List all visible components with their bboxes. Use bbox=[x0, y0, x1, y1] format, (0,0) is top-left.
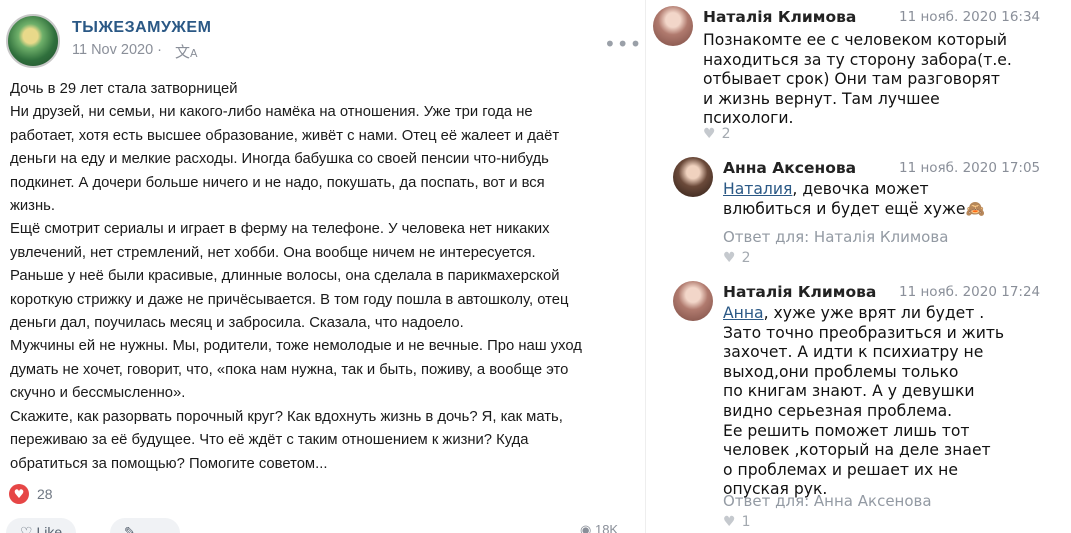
comment-line: психологи. bbox=[703, 109, 794, 128]
comment-text: Анна, хуже уже врят ли будет . Зато точн… bbox=[723, 304, 1004, 500]
comment-line: выход,они проблемы только bbox=[723, 362, 959, 381]
comment-line: человек ,который на деле знает bbox=[723, 441, 991, 460]
comments-panel: Наталія Климова 11 нояб. 2020 16:34 Позн… bbox=[645, 0, 1071, 533]
comment-line: по книгам знают. А у девушки bbox=[723, 382, 975, 401]
ellipsis-icon[interactable]: ••• bbox=[604, 32, 642, 56]
comment-time[interactable]: 11 нояб. 2020 17:24 bbox=[899, 284, 1040, 300]
comment-line: Познакомте ее с человеком который bbox=[703, 31, 1008, 49]
heart-icon: ♥ bbox=[703, 126, 716, 142]
community-avatar[interactable] bbox=[6, 14, 60, 68]
post-text-line: Мужчины ей не нужны. Мы, родители, тоже … bbox=[10, 338, 582, 355]
post-text-line: скучно и бессмысленно». bbox=[10, 385, 186, 402]
comment-line: , хуже уже врят ли будет . bbox=[763, 304, 985, 322]
views-label: 18K bbox=[594, 522, 619, 533]
commenter-name[interactable]: Анна Аксенова bbox=[723, 159, 856, 177]
comment-line: захочет. А идти к психиатру не bbox=[723, 343, 984, 362]
comment-text: Познакомте ее с человеком который находи… bbox=[703, 31, 1012, 129]
heart-icon: ♥ bbox=[723, 514, 736, 530]
post-text-line: обратиться за помощью? Помогите советом.… bbox=[10, 455, 328, 472]
post-text-line: деньги на еду и мелкие расходы. Иногда б… bbox=[10, 151, 549, 168]
eye-icon: ◉ bbox=[580, 522, 592, 533]
comment-item: Наталія Климова 11 нояб. 2020 17:24 Анна… bbox=[646, 274, 1071, 533]
comment-text: Наталия, девочка может влюбиться и будет… bbox=[723, 180, 985, 219]
post-text-line: Скажите, как разорвать порочный круг? Ка… bbox=[10, 408, 563, 425]
commenter-avatar[interactable] bbox=[673, 281, 713, 321]
post-author[interactable]: ТЫЖЕЗАМУЖЕМ bbox=[72, 19, 211, 37]
heart-icon: ♥ bbox=[723, 250, 736, 266]
mention-link[interactable]: Наталия bbox=[723, 180, 792, 198]
likes-count: 28 bbox=[37, 486, 53, 502]
post-text-line: работает, хотя есть высшее образование, … bbox=[10, 127, 560, 144]
comment-line: находиться за ту сторону забора(т.е. bbox=[703, 50, 1012, 69]
views-count: ◉ 18K bbox=[580, 522, 618, 533]
post-text-line: Ни друзей, ни семьи, ни какого-либо намё… bbox=[10, 104, 533, 121]
heart-icon: ♥ bbox=[9, 484, 29, 504]
mention-link[interactable]: Анна bbox=[723, 304, 764, 322]
comment-line: о проблемах и решает их не bbox=[723, 460, 958, 479]
commenter-name[interactable]: Наталія Климова bbox=[703, 8, 856, 26]
like-button-label: Like bbox=[36, 524, 63, 533]
comment-time[interactable]: 11 нояб. 2020 17:05 bbox=[899, 160, 1040, 176]
comment-like-button[interactable]: ♥ 2 bbox=[723, 250, 750, 266]
comment-line: отбывает срок) Они там разговорят bbox=[703, 70, 1000, 89]
comment-likes-count: 1 bbox=[741, 514, 751, 530]
comment-line: Зато точно преобразиться и жить bbox=[723, 323, 1005, 342]
commenter-avatar[interactable] bbox=[673, 157, 713, 197]
heart-outline-icon: ♡ bbox=[20, 524, 33, 533]
comment-likes-count: 2 bbox=[721, 126, 731, 142]
comment-line: и жизнь вернут. Там лучшее bbox=[703, 89, 940, 108]
post-text-line: увлечений, нет стремлений, нет хобби. Он… bbox=[10, 244, 536, 261]
commenter-name[interactable]: Наталія Климова bbox=[723, 283, 876, 301]
post-date[interactable]: 11 Nov 2020 · bbox=[72, 42, 162, 58]
comment-like-button[interactable]: ♥ 1 bbox=[723, 514, 750, 530]
reply-to-link[interactable]: Ответ для: Наталія Климова bbox=[723, 228, 948, 246]
comment-likes-count: 2 bbox=[741, 250, 751, 266]
reactions-row[interactable]: ♥ 28 bbox=[9, 484, 53, 504]
post-text-line: Дочь в 29 лет стала затворницей bbox=[10, 81, 238, 97]
post-text-line: переживаю за её будущее. Что её ждёт с т… bbox=[10, 432, 529, 449]
post-text-line: деньги дал, поучилась месяц и забросила.… bbox=[10, 315, 464, 332]
post-text-line: короткую стрижку и даже не причёсывается… bbox=[10, 291, 569, 308]
comment-icon: ✎ bbox=[124, 524, 136, 533]
comment-time[interactable]: 11 нояб. 2020 16:34 bbox=[899, 9, 1040, 25]
post-text-line: жизнь. bbox=[10, 198, 55, 215]
like-button[interactable]: ♡ Like bbox=[6, 518, 77, 533]
comment-line: Ее решить поможет лишь тот bbox=[723, 421, 970, 440]
post-text-line: Раньше у неё были красивые, длинные воло… bbox=[10, 268, 560, 285]
post-text-line: подкинет. А дочери больше ничего и не на… bbox=[10, 174, 545, 191]
translate-icon[interactable]: 文A bbox=[175, 41, 198, 62]
post-card: ТЫЖЕЗАМУЖЕМ 11 Nov 2020 · 文A ••• Дочь в … bbox=[0, 0, 642, 533]
post-text-line: Ещё смотрит сериалы и играет в ферму на … bbox=[10, 221, 550, 238]
comment-button[interactable]: ✎ bbox=[110, 518, 180, 533]
comment-line: видно серьезная проблема. bbox=[723, 401, 953, 420]
reply-to-link[interactable]: Ответ для: Анна Аксенова bbox=[723, 492, 932, 510]
post-body: Дочь в 29 лет стала затворницей Ни друзей… bbox=[10, 78, 634, 476]
comment-like-button[interactable]: ♥ 2 bbox=[703, 126, 730, 142]
comment-line: , девочка может bbox=[792, 180, 929, 198]
comment-item: Наталія Климова 11 нояб. 2020 16:34 Позн… bbox=[646, 0, 1071, 150]
comment-line: влюбиться и будет ещё хуже🙈 bbox=[723, 199, 985, 218]
commenter-avatar[interactable] bbox=[653, 6, 693, 46]
comment-item: Анна Аксенова 11 нояб. 2020 17:05 Натали… bbox=[646, 150, 1071, 270]
post-text-line: думать не хочет, говорит, что, «пока нам… bbox=[10, 361, 569, 378]
